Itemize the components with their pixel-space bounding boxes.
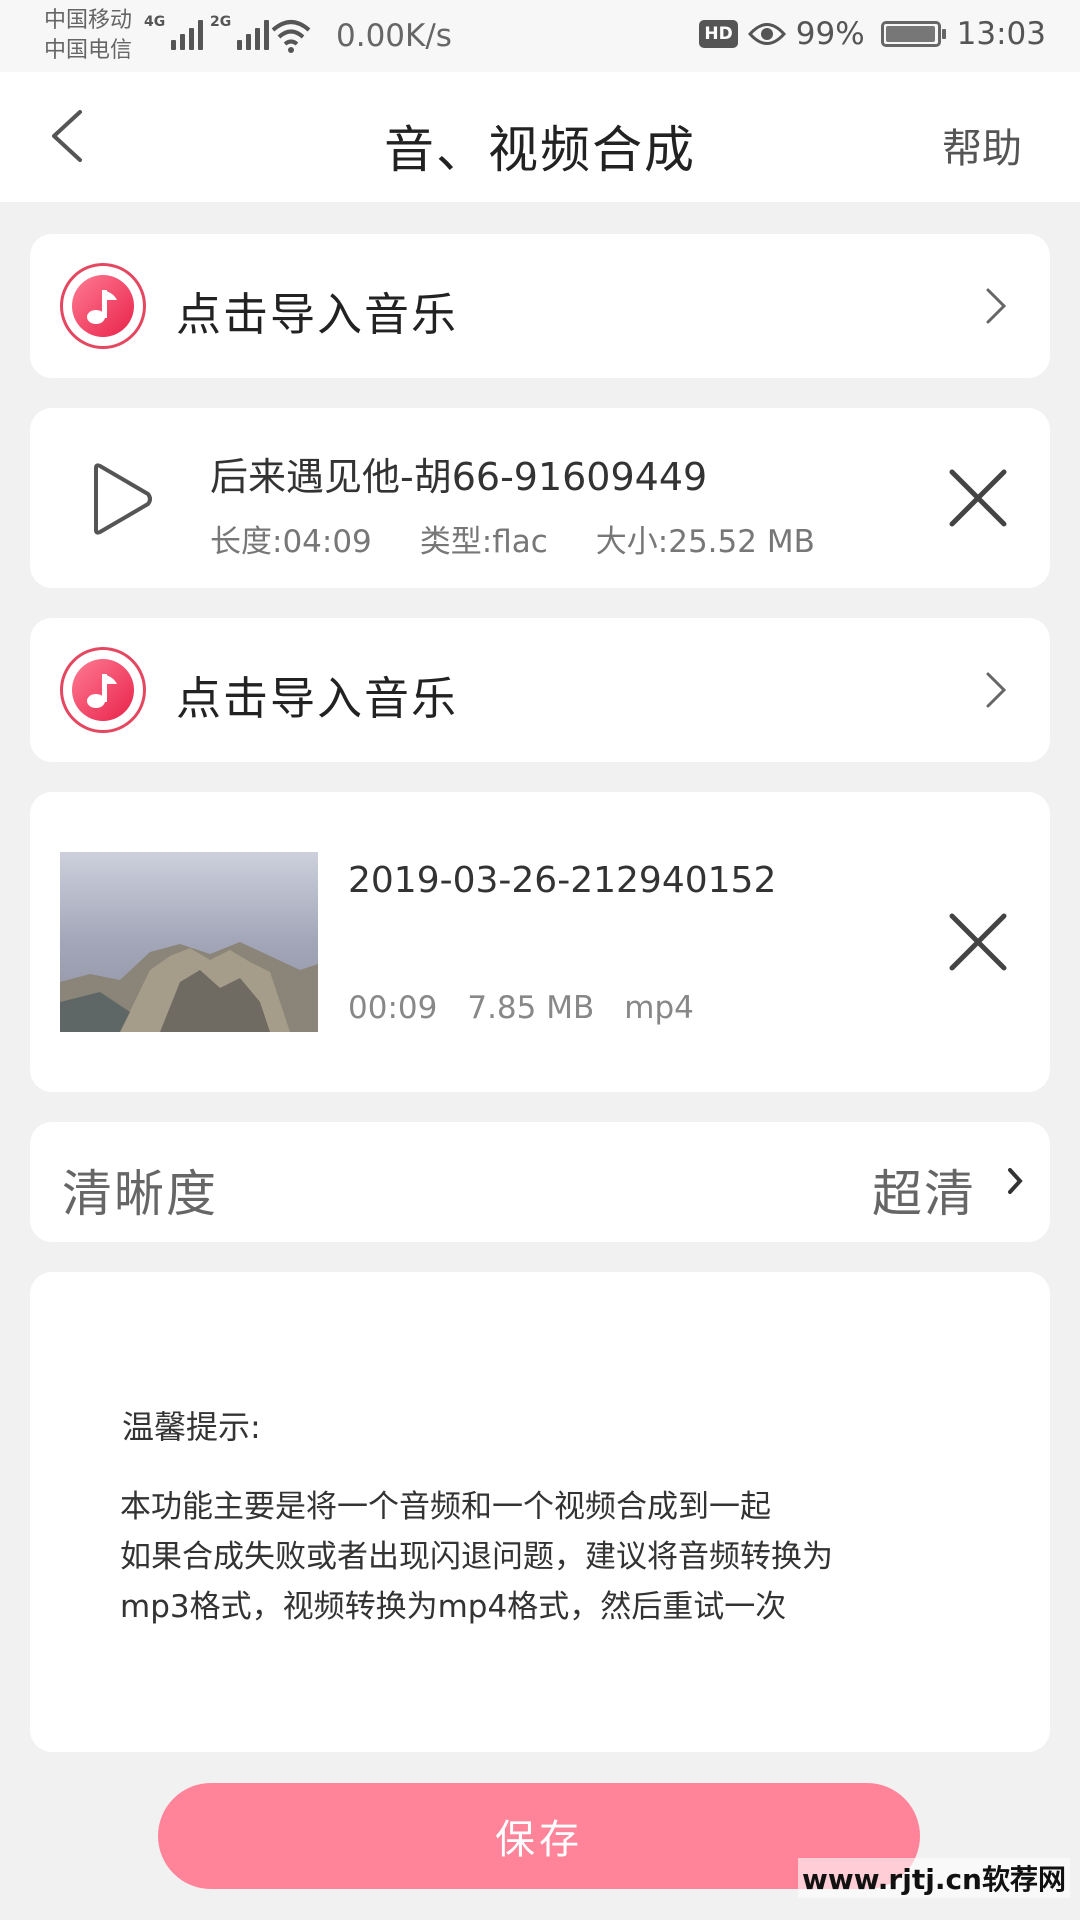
clarity-selector[interactable]: 清晰度 超清	[30, 1122, 1050, 1242]
status-right: HD 99% 13:03	[699, 16, 1046, 52]
eye-icon	[747, 23, 786, 45]
chevron-right-icon	[986, 288, 1007, 324]
signal-2g-icon: 2G	[210, 14, 270, 50]
help-button[interactable]: 帮助	[942, 116, 1022, 174]
video-thumbnail[interactable]	[60, 852, 318, 1032]
audio-size: 大小:25.52 MB	[595, 524, 815, 560]
remove-audio-close-icon[interactable]	[946, 466, 1010, 530]
signal-4g-tag: 4G	[144, 14, 166, 30]
clock: 13:03	[956, 16, 1046, 52]
wifi-icon	[271, 20, 311, 53]
video-size: 7.85 MB	[467, 990, 595, 1026]
tips-card: 温馨提示: 本功能主要是将一个音频和一个视频合成到一起 如果合成失败或者出现闪退…	[30, 1272, 1050, 1752]
chevron-right-icon	[1008, 1168, 1023, 1194]
status-bar: 中国移动 中国电信 4G 2G 0.00K/s HD 99% 13:03	[0, 0, 1080, 72]
video-item-card: 2019-03-26-212940152 00:09 7.85 MB mp4	[30, 792, 1050, 1092]
audio-length: 长度:04:09	[210, 524, 372, 560]
signal-4g-icon: 4G	[144, 14, 204, 50]
clarity-value: 超清	[872, 1165, 976, 1223]
music-note-icon	[60, 263, 146, 349]
hd-badge: HD	[699, 20, 738, 48]
import-music-label: 点击导入音乐	[176, 288, 459, 341]
audio-item-card: 后来遇见他-胡66-91609449 长度:04:09 类型:flac 大小:2…	[30, 408, 1050, 588]
audio-title: 后来遇见他-胡66-91609449	[210, 455, 708, 499]
watermark: www.rjtj.cn软荐网	[797, 1858, 1070, 1898]
audio-meta: 长度:04:09 类型:flac 大小:25.52 MB	[210, 516, 815, 561]
carrier-labels: 中国移动 中国电信	[44, 6, 132, 66]
video-meta: 00:09 7.85 MB mp4	[348, 990, 694, 1026]
carrier-2: 中国电信	[44, 38, 133, 63]
tips-title: 温馨提示:	[122, 1408, 261, 1446]
carrier-1: 中国移动	[44, 8, 133, 33]
music-note-icon	[60, 647, 146, 733]
play-icon[interactable]	[86, 460, 158, 538]
audio-type: 类型:flac	[419, 524, 548, 560]
signal-2g-tag: 2G	[210, 14, 232, 30]
header-bar: 音、视频合成 帮助	[0, 72, 1080, 202]
import-music-label: 点击导入音乐	[176, 672, 459, 725]
battery-icon	[880, 21, 946, 47]
battery-percent: 99%	[795, 16, 865, 52]
tips-body: 本功能主要是将一个音频和一个视频合成到一起 如果合成失败或者出现闪退问题，建议将…	[120, 1489, 833, 1625]
video-format: mp4	[624, 990, 694, 1026]
import-music-button-2[interactable]: 点击导入音乐	[30, 618, 1050, 762]
clarity-label: 清晰度	[62, 1165, 218, 1223]
video-duration: 00:09	[348, 990, 438, 1026]
remove-video-close-icon[interactable]	[946, 910, 1010, 974]
page-title: 音、视频合成	[384, 121, 696, 179]
video-name: 2019-03-26-212940152	[348, 860, 777, 901]
import-music-button-1[interactable]: 点击导入音乐	[30, 234, 1050, 378]
chevron-right-icon	[986, 672, 1007, 708]
net-speed: 0.00K/s	[336, 18, 452, 54]
